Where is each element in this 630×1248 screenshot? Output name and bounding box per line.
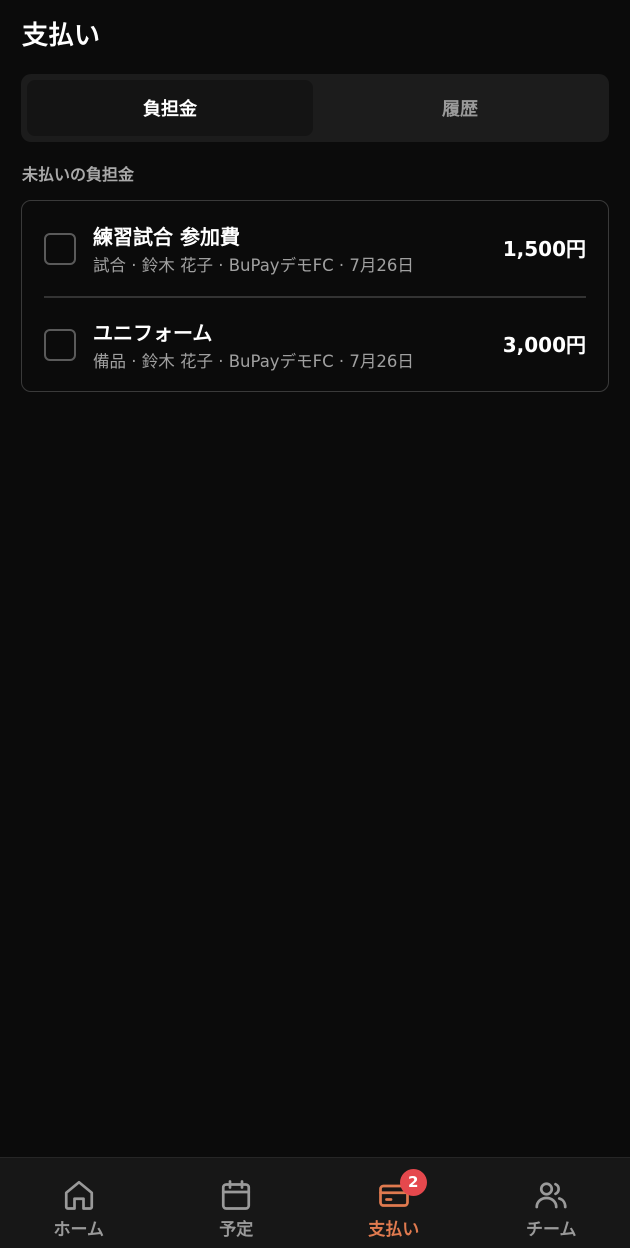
bottom-navigation: ホーム 予定 2 支払い チーム — [0, 1157, 630, 1248]
nav-label: チーム — [526, 1220, 577, 1240]
nav-item-home[interactable]: ホーム — [0, 1158, 158, 1248]
nav-label: 予定 — [219, 1220, 254, 1240]
calendar-icon — [218, 1177, 254, 1213]
item-amount: 1,500円 — [502, 237, 586, 261]
list-item[interactable]: 練習試合 参加費 試合 · 鈴木 花子 · BuPayデモFC · 7月26日 … — [22, 201, 608, 296]
nav-label: 支払い — [368, 1220, 420, 1240]
tab-charges[interactable]: 負担金 — [27, 80, 313, 136]
nav-item-team[interactable]: チーム — [473, 1158, 630, 1248]
item-checkbox[interactable] — [44, 233, 76, 265]
notification-badge: 2 — [399, 1169, 427, 1196]
tab-history[interactable]: 履歴 — [317, 80, 603, 136]
item-title: ユニフォーム — [93, 321, 213, 345]
item-meta: 備品 · 鈴木 花子 · BuPayデモFC · 7月26日 — [93, 352, 414, 371]
users-icon — [533, 1177, 569, 1213]
section-heading-unpaid: 未払いの負担金 — [22, 165, 135, 184]
list-item[interactable]: ユニフォーム 備品 · 鈴木 花子 · BuPayデモFC · 7月26日 3,… — [22, 297, 608, 392]
nav-item-payments[interactable]: 2 支払い — [315, 1158, 473, 1248]
nav-item-schedule[interactable]: 予定 — [158, 1158, 316, 1248]
page-title: 支払い — [22, 21, 101, 51]
item-amount: 3,000円 — [502, 333, 586, 357]
item-meta: 試合 · 鈴木 花子 · BuPayデモFC · 7月26日 — [93, 256, 414, 275]
item-checkbox[interactable] — [44, 329, 76, 361]
home-icon — [61, 1177, 97, 1213]
nav-label: ホーム — [53, 1220, 105, 1240]
unpaid-charges-list: 練習試合 参加費 試合 · 鈴木 花子 · BuPayデモFC · 7月26日 … — [21, 200, 609, 392]
item-title: 練習試合 参加費 — [93, 225, 240, 249]
segmented-control: 負担金 履歴 — [21, 74, 609, 142]
